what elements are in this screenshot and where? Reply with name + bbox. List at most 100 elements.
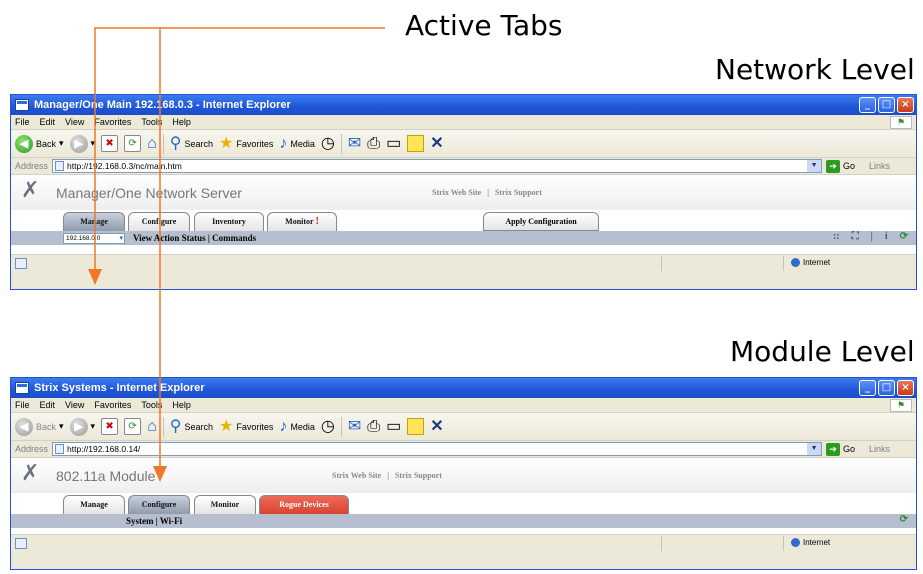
forward-button[interactable]: ▶ ▾ xyxy=(69,134,95,153)
links-button[interactable]: Links xyxy=(869,161,890,171)
note-icon[interactable] xyxy=(407,135,425,152)
history-icon[interactable]: ◷ xyxy=(321,418,335,436)
go-arrow-icon: ➔ xyxy=(826,159,841,173)
edit-icon[interactable]: ▭ xyxy=(386,418,401,436)
maximize-button[interactable]: □ xyxy=(878,380,895,396)
network-page-content: ✗ Manager/One Network Server Strix Web S… xyxy=(11,175,916,254)
header-links: Strix Web Site | Strix Support xyxy=(432,188,542,197)
address-input[interactable]: http://192.168.0.14/ ▼ xyxy=(52,442,823,456)
search-button[interactable]: ⚲ Search xyxy=(170,418,213,436)
network-window-title: Manager/One Main 192.168.0.3 - Internet … xyxy=(34,99,291,111)
forward-icon: ▶ xyxy=(69,134,88,153)
menu-favorites[interactable]: Favorites xyxy=(94,117,131,127)
close-button[interactable]: × xyxy=(897,380,914,396)
menu-help[interactable]: Help xyxy=(172,117,191,127)
close-button[interactable]: × xyxy=(897,97,914,113)
strix-support-link[interactable]: Strix Support xyxy=(395,471,442,480)
refresh-icon[interactable]: ⟳ xyxy=(124,418,142,435)
search-button[interactable]: ⚲ Search xyxy=(170,135,213,153)
mail-icon[interactable]: ✉ xyxy=(348,418,361,436)
back-label: Back xyxy=(36,138,57,149)
menu-tools[interactable]: Tools xyxy=(141,117,162,127)
media-button[interactable]: ♪ Media xyxy=(279,418,315,436)
favorites-button[interactable]: ★ Favorites xyxy=(219,418,273,436)
address-dropdown-icon[interactable]: ▼ xyxy=(807,443,822,455)
menu-tools[interactable]: Tools xyxy=(141,400,162,410)
apply-configuration-button[interactable]: Apply Configuration xyxy=(483,212,599,231)
menu-favorites[interactable]: Favorites xyxy=(94,400,131,410)
history-icon[interactable]: ◷ xyxy=(321,135,335,153)
tab-configure[interactable]: Configure xyxy=(128,495,190,514)
subnav-tool-icons: ⟳ xyxy=(900,514,908,525)
page-refresh-icon[interactable]: ⟳ xyxy=(900,514,908,525)
info-icon[interactable]: i xyxy=(885,231,888,242)
tree-icon[interactable]: ⛶ xyxy=(852,231,859,242)
address-value: http://192.168.0.14/ xyxy=(67,444,141,454)
maximize-button[interactable]: □ xyxy=(878,97,895,113)
active-tabs-caption: Active Tabs xyxy=(405,9,563,42)
menu-file[interactable]: File xyxy=(15,117,30,127)
mail-icon[interactable]: ✉ xyxy=(348,135,361,153)
go-button[interactable]: ➔ Go xyxy=(826,159,855,173)
subnav-links[interactable]: System | Wi-Fi xyxy=(126,516,182,526)
stop-icon[interactable]: ✖ xyxy=(101,418,119,435)
module-page-content: ✗ 802.11a Module Strix Web Site | Strix Su… xyxy=(11,458,916,534)
menu-view[interactable]: View xyxy=(65,400,84,410)
tab-rogue-devices[interactable]: Rogue Devices xyxy=(259,495,349,514)
tab-inventory[interactable]: Inventory xyxy=(194,212,264,231)
back-button[interactable]: ◀ Back ▾ xyxy=(15,417,64,436)
media-icon: ♪ xyxy=(279,417,288,435)
server-name: Manager/One Network Server xyxy=(56,185,242,201)
minimize-button[interactable]: _ xyxy=(859,380,876,396)
tab-monitor[interactable]: Monitor xyxy=(194,495,256,514)
favorites-button[interactable]: ★ Favorites xyxy=(219,135,273,153)
strix-support-link[interactable]: Strix Support xyxy=(495,188,542,197)
module-name: 802.11a Module xyxy=(56,468,156,484)
back-button[interactable]: ◀ Back ▾ xyxy=(15,134,64,153)
refresh-icon[interactable]: ⟳ xyxy=(124,135,142,152)
go-arrow-icon: ➔ xyxy=(826,442,841,456)
globe-icon xyxy=(791,258,800,267)
go-button[interactable]: ➔ Go xyxy=(826,442,855,456)
forward-icon: ▶ xyxy=(69,417,88,436)
ie-icon xyxy=(15,99,29,111)
strix-web-site-link[interactable]: Strix Web Site xyxy=(432,188,481,197)
address-dropdown-icon[interactable]: ▼ xyxy=(807,160,822,172)
menu-help[interactable]: Help xyxy=(172,400,191,410)
tab-manage[interactable]: Manage xyxy=(63,495,125,514)
address-value: http://192.168.0.3/nc/main.htm xyxy=(67,161,182,171)
tab-manage[interactable]: Manage xyxy=(63,212,125,231)
internet-zone: Internet xyxy=(791,538,830,547)
home-icon[interactable]: ⌂ xyxy=(147,418,157,436)
address-bar: Address http://192.168.0.14/ ▼ ➔ Go Link… xyxy=(11,441,916,458)
page-icon xyxy=(55,161,65,171)
print-icon[interactable]: ⎙ xyxy=(367,418,380,436)
tab-configure[interactable]: Configure xyxy=(128,212,190,231)
module-window-titlebar[interactable]: Strix Systems - Internet Explorer _ □ × xyxy=(11,378,916,398)
favorites-star-icon: ★ xyxy=(219,134,234,152)
print-icon[interactable]: ⎙ xyxy=(367,135,380,153)
page-refresh-icon[interactable]: ⟳ xyxy=(900,231,908,242)
stop-icon[interactable]: ✖ xyxy=(101,135,119,152)
grid-icon[interactable]: :: xyxy=(833,231,840,242)
note-icon[interactable] xyxy=(407,418,425,435)
strix-web-site-link[interactable]: Strix Web Site xyxy=(332,471,381,480)
menu-edit[interactable]: Edit xyxy=(40,400,56,410)
subnav-links[interactable]: View Action Status | Commands xyxy=(133,233,256,243)
messenger-icon[interactable]: ✕ xyxy=(430,135,443,153)
edit-icon[interactable]: ▭ xyxy=(386,135,401,153)
ip-select-dropdown[interactable]: 192.168.0.0 xyxy=(63,232,125,244)
messenger-icon[interactable]: ✕ xyxy=(430,418,443,436)
menu-view[interactable]: View xyxy=(65,117,84,127)
address-input[interactable]: http://192.168.0.3/nc/main.htm ▼ xyxy=(52,159,823,173)
forward-button[interactable]: ▶ ▾ xyxy=(69,417,95,436)
tab-monitor[interactable]: Monitor ! xyxy=(267,212,337,231)
media-button[interactable]: ♪ Media xyxy=(279,135,315,153)
home-icon[interactable]: ⌂ xyxy=(147,135,157,153)
back-icon: ◀ xyxy=(15,417,33,436)
minimize-button[interactable]: _ xyxy=(859,97,876,113)
menu-file[interactable]: File xyxy=(15,400,30,410)
menu-edit[interactable]: Edit xyxy=(40,117,56,127)
links-button[interactable]: Links xyxy=(869,444,890,454)
network-window-titlebar[interactable]: Manager/One Main 192.168.0.3 - Internet … xyxy=(11,95,916,115)
